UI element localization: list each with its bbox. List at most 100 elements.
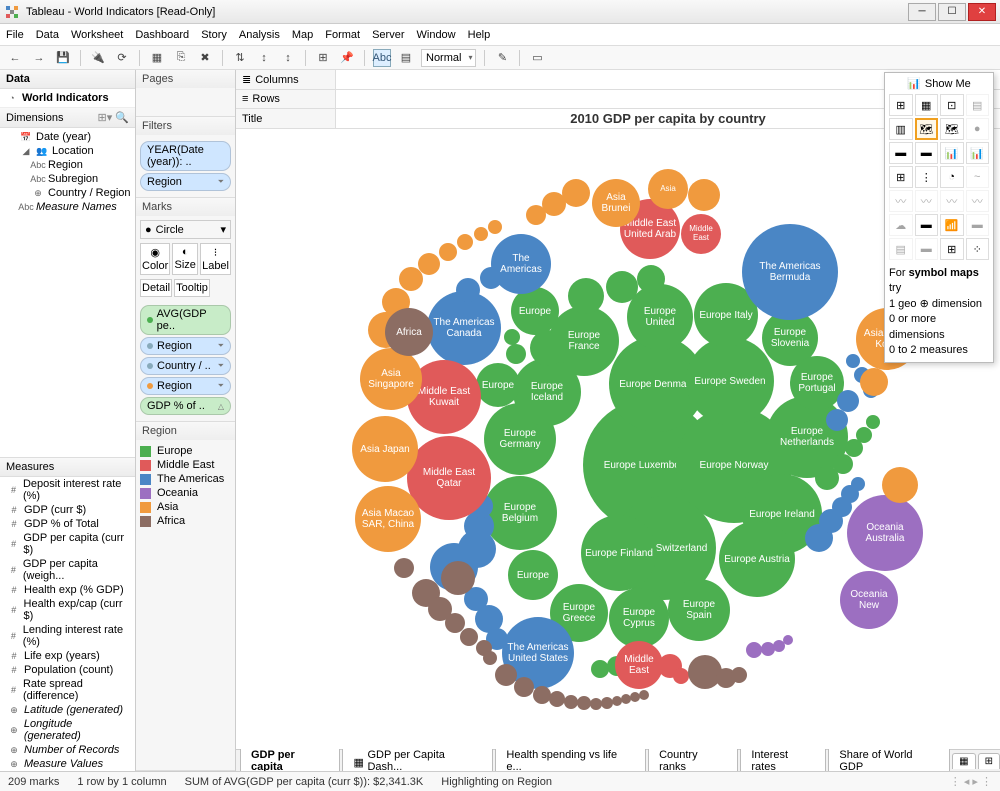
scroll-handles[interactable]: ⋮ ◂ ▸ ⋮ (950, 775, 992, 788)
showme-type[interactable]: 🗺 (915, 118, 939, 140)
bubble[interactable]: Europe United (627, 284, 693, 350)
dim-subregion[interactable]: AbcSubregion (0, 172, 135, 186)
swap-icon[interactable]: ⇅ (231, 49, 249, 67)
showme-type[interactable]: ⊞ (889, 166, 913, 188)
bubble[interactable] (746, 642, 762, 658)
showme-type[interactable]: ⁘ (966, 238, 990, 260)
dup-icon[interactable]: ⎘ (172, 49, 190, 67)
legend-item[interactable]: Middle East (140, 458, 231, 472)
showme-type[interactable]: 〰 (915, 190, 939, 212)
measure-item[interactable]: ⊕Measure Values (0, 757, 135, 771)
bubble[interactable]: The Americas Bermuda (742, 224, 838, 320)
pin-icon[interactable]: 📌 (338, 49, 356, 67)
legend-item[interactable]: Africa (140, 514, 231, 528)
showme-type[interactable]: ⋮ (915, 166, 939, 188)
measure-item[interactable]: #GDP (curr $) (0, 503, 135, 517)
sort-desc-icon[interactable]: ↕ (279, 49, 297, 67)
connect-icon[interactable]: 🔌 (89, 49, 107, 67)
showme-type[interactable]: 🗺 (940, 118, 964, 140)
filter-region-pill[interactable]: Region⏷ (140, 173, 231, 191)
bubble[interactable] (457, 234, 473, 250)
bubble[interactable] (480, 267, 502, 289)
bubble[interactable] (577, 696, 591, 710)
menu-help[interactable]: Help (468, 29, 491, 41)
menu-format[interactable]: Format (325, 29, 360, 41)
mark-type-select[interactable]: ●Circle▾ (140, 220, 231, 239)
bubble[interactable]: Europe Spain (668, 579, 730, 641)
showme-type[interactable]: ▤ (889, 238, 913, 260)
measure-item[interactable]: ⊕Longitude (generated) (0, 717, 135, 743)
measure-item[interactable]: #Rate spread (difference) (0, 677, 135, 703)
bubble[interactable] (488, 220, 502, 234)
showme-type[interactable]: 📶 (940, 214, 964, 236)
close-button[interactable]: ✕ (968, 3, 996, 21)
measure-item[interactable]: ⊕Latitude (generated) (0, 703, 135, 717)
find-icon[interactable]: ⊞▾ (98, 111, 113, 124)
data-source[interactable]: ◔World Indicators (0, 89, 135, 108)
columns-shelf[interactable]: ≣Columns (236, 70, 336, 89)
menu-dashboard[interactable]: Dashboard (135, 29, 189, 41)
showme-type[interactable]: 〰 (940, 190, 964, 212)
bubble[interactable]: The Americas (491, 234, 551, 294)
bubble[interactable]: Middle East (615, 641, 663, 689)
bubble[interactable]: Middle East Qatar (407, 436, 491, 520)
label-button[interactable]: ⁝Label (200, 243, 231, 275)
showme-type[interactable]: 📊 (966, 142, 990, 164)
format-icon[interactable]: ▤ (397, 49, 415, 67)
angle-pill[interactable]: GDP % of ..△ (140, 397, 231, 415)
bubble[interactable] (637, 265, 665, 293)
menu-data[interactable]: Data (36, 29, 59, 41)
sort-asc-icon[interactable]: ↕ (255, 49, 273, 67)
size-button[interactable]: ◐Size (172, 243, 198, 275)
bubble[interactable]: Asia Brunei (592, 179, 640, 227)
save-icon[interactable]: 💾 (54, 49, 72, 67)
showme-type[interactable]: ● (966, 118, 990, 140)
bubble[interactable] (826, 409, 848, 431)
bubble[interactable]: Asia (648, 169, 688, 209)
bubble[interactable] (549, 691, 565, 707)
showme-type[interactable]: ▬ (889, 142, 913, 164)
bubble[interactable]: Oceania New (840, 571, 898, 629)
measure-item[interactable]: #Health exp/cap (curr $) (0, 597, 135, 623)
bubble[interactable] (856, 427, 872, 443)
showme-type[interactable]: 〰 (889, 190, 913, 212)
size-pill[interactable]: AVG(GDP pe.. (140, 305, 231, 335)
bubble[interactable] (562, 179, 590, 207)
refresh-icon[interactable]: ⟳ (113, 49, 131, 67)
label-region-pill[interactable]: Region⏷ (140, 337, 231, 355)
bubble[interactable]: Africa (385, 308, 433, 356)
measure-item[interactable]: #Life exp (years) (0, 649, 135, 663)
bubble[interactable] (394, 558, 414, 578)
show-me-panel[interactable]: 📊Show Me ⊞▦⊡▤▥🗺🗺●▬▬📊📊⊞⋮◔~〰〰〰〰☁▬📶▬▤▬⊞⁘ Fo… (884, 72, 994, 363)
search-icon[interactable]: 🔍 (115, 111, 129, 124)
bubble[interactable]: Asia Singapore (360, 348, 422, 410)
showme-type[interactable]: ▬ (966, 214, 990, 236)
measure-item[interactable]: #Lending interest rate (%) (0, 623, 135, 649)
showme-type[interactable]: 〰 (966, 190, 990, 212)
showme-type[interactable]: ◔ (940, 166, 964, 188)
bubble[interactable]: Europe Finland (581, 515, 657, 591)
bubble[interactable] (866, 415, 880, 429)
measure-item[interactable]: #Deposit interest rate (%) (0, 477, 135, 503)
bubble[interactable] (673, 668, 689, 684)
filter-year-pill[interactable]: YEAR(Date (year)): .. (140, 141, 231, 171)
bubble[interactable] (606, 271, 638, 303)
measure-item[interactable]: #GDP per capita (weigh... (0, 557, 135, 583)
dim-country[interactable]: ⊕Country / Region (0, 186, 135, 200)
bubble[interactable] (530, 330, 566, 366)
menu-worksheet[interactable]: Worksheet (71, 29, 123, 41)
bubble[interactable] (833, 454, 853, 474)
measure-item[interactable]: ⊕Number of Records (0, 743, 135, 757)
menu-analysis[interactable]: Analysis (239, 29, 280, 41)
showme-type[interactable]: ⊡ (940, 94, 964, 116)
legend-item[interactable]: Asia (140, 500, 231, 514)
bubble[interactable] (639, 690, 649, 700)
bubble[interactable] (456, 278, 480, 302)
bubble[interactable]: Europe (476, 363, 520, 407)
bubble[interactable]: Asia Macao SAR, China (355, 486, 421, 552)
bubble[interactable] (474, 227, 488, 241)
bubble[interactable] (418, 253, 440, 275)
bubble[interactable] (688, 179, 720, 211)
bubble[interactable]: Oceania Australia (847, 495, 923, 571)
measure-item[interactable]: #GDP % of Total (0, 517, 135, 531)
